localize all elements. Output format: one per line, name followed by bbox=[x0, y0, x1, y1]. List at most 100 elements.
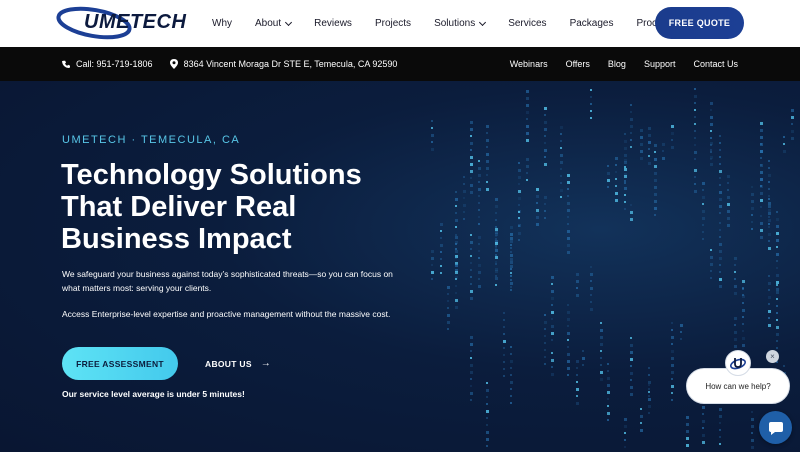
background-dot bbox=[455, 205, 457, 207]
background-dot bbox=[440, 237, 442, 239]
background-dot bbox=[455, 278, 457, 280]
background-dot bbox=[576, 381, 578, 383]
background-dot bbox=[751, 446, 754, 449]
background-dot bbox=[470, 290, 473, 293]
nav-label: Solutions bbox=[434, 18, 476, 29]
background-dot bbox=[719, 205, 722, 208]
background-dot bbox=[640, 150, 643, 153]
background-dot bbox=[470, 241, 473, 244]
hero-section: UMETECH · TEMECULA, CA Technology Soluti… bbox=[0, 81, 800, 452]
background-dot bbox=[624, 425, 627, 428]
nav-item-projects[interactable]: Projects bbox=[375, 18, 411, 29]
background-dot bbox=[600, 371, 603, 374]
background-dot bbox=[455, 271, 458, 274]
background-dot bbox=[776, 225, 779, 228]
background-dot bbox=[526, 125, 529, 128]
background-dot bbox=[702, 434, 705, 437]
background-dot bbox=[719, 408, 722, 411]
about-us-button[interactable]: ABOUT US → bbox=[205, 347, 271, 380]
background-dot bbox=[662, 150, 664, 152]
offers-link[interactable]: Offers bbox=[566, 59, 590, 69]
background-dot bbox=[495, 256, 498, 259]
background-dot bbox=[440, 265, 442, 267]
background-dot bbox=[518, 225, 520, 227]
background-dot bbox=[440, 244, 443, 247]
free-assessment-button[interactable]: FREE ASSESSMENT bbox=[62, 347, 178, 380]
background-dot bbox=[630, 393, 633, 396]
support-link[interactable]: Support bbox=[644, 59, 676, 69]
background-dot bbox=[776, 260, 778, 262]
background-dot bbox=[776, 218, 779, 221]
background-dot bbox=[463, 183, 465, 185]
background-dot bbox=[600, 378, 603, 381]
background-dot bbox=[510, 374, 512, 376]
phone-link[interactable]: Call: 951-719-1806 bbox=[62, 59, 153, 69]
background-dot bbox=[742, 344, 745, 347]
blog-link[interactable]: Blog bbox=[608, 59, 626, 69]
nav-item-why[interactable]: Why bbox=[212, 18, 232, 29]
background-dot bbox=[518, 197, 521, 200]
nav-item-packages[interactable]: Packages bbox=[570, 18, 614, 29]
background-dot bbox=[503, 312, 505, 314]
background-dot bbox=[694, 190, 697, 193]
umetech-logo[interactable]: UMETECH bbox=[56, 6, 186, 40]
background-dot bbox=[567, 339, 569, 341]
background-dot bbox=[624, 439, 626, 441]
background-dot bbox=[630, 211, 633, 214]
background-dot bbox=[727, 182, 729, 184]
background-dot bbox=[671, 125, 674, 128]
background-dot bbox=[760, 222, 763, 225]
background-dot bbox=[470, 262, 472, 264]
background-dot bbox=[560, 154, 563, 157]
background-dot bbox=[590, 89, 592, 91]
webinars-link[interactable]: Webinars bbox=[510, 59, 548, 69]
background-dot bbox=[567, 360, 570, 363]
nav-item-reviews[interactable]: Reviews bbox=[314, 18, 352, 29]
background-dot bbox=[719, 135, 721, 137]
background-dot bbox=[624, 446, 626, 448]
background-dot bbox=[727, 189, 729, 191]
background-dot bbox=[648, 405, 651, 408]
background-dot bbox=[478, 243, 480, 245]
chat-launcher-button[interactable] bbox=[759, 411, 792, 444]
background-dot bbox=[510, 268, 512, 270]
map-pin-icon bbox=[169, 59, 178, 69]
background-dot bbox=[544, 196, 547, 199]
nav-item-services[interactable]: Services bbox=[508, 18, 546, 29]
background-dot bbox=[630, 365, 632, 367]
background-dot bbox=[470, 255, 472, 257]
background-dot bbox=[590, 103, 592, 105]
free-quote-button[interactable]: FREE QUOTE bbox=[655, 7, 744, 39]
background-dot bbox=[776, 232, 779, 235]
background-dot bbox=[776, 239, 779, 242]
background-dot bbox=[640, 157, 643, 160]
address-link[interactable]: 8364 Vincent Moraga Dr STE E, Temecula, … bbox=[169, 59, 397, 69]
background-dot bbox=[727, 203, 730, 206]
background-dot bbox=[768, 226, 770, 228]
background-dot bbox=[544, 149, 547, 152]
nav-item-solutions[interactable]: Solutions bbox=[434, 18, 487, 29]
background-dot bbox=[624, 180, 626, 182]
background-dot bbox=[768, 174, 771, 177]
background-dot bbox=[776, 288, 779, 291]
nav-item-about[interactable]: About bbox=[255, 18, 293, 29]
background-dot bbox=[760, 236, 763, 239]
phone-text: Call: 951-719-1806 bbox=[76, 59, 153, 69]
background-dot bbox=[768, 240, 770, 242]
background-dot bbox=[470, 297, 473, 300]
background-dot bbox=[478, 264, 481, 267]
background-dot bbox=[551, 366, 553, 368]
background-dot bbox=[455, 191, 457, 193]
background-dot bbox=[686, 437, 689, 440]
background-dot bbox=[630, 111, 632, 113]
background-dot bbox=[478, 181, 480, 183]
background-dot bbox=[495, 205, 498, 208]
chat-close-button[interactable]: × bbox=[766, 350, 779, 363]
background-dot bbox=[510, 265, 513, 268]
background-dot bbox=[560, 168, 562, 170]
background-dot bbox=[719, 184, 721, 186]
background-dot bbox=[463, 190, 466, 193]
background-dot bbox=[463, 176, 465, 178]
contact-us-link[interactable]: Contact Us bbox=[693, 59, 738, 69]
background-dot bbox=[719, 429, 721, 431]
